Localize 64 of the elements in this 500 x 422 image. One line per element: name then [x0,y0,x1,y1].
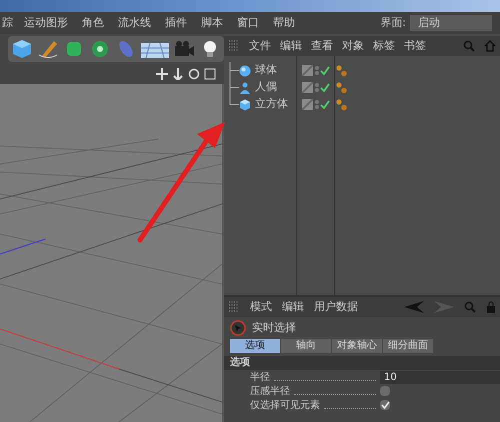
move-icon[interactable] [156,68,168,80]
section-header: 选项 [224,356,500,370]
checkbox[interactable] [380,386,390,396]
field-label: 半径 [250,370,270,384]
back-arrow-icon[interactable] [404,301,424,313]
menu-item[interactable]: 文件 [249,38,271,54]
menu-item[interactable]: 角色 [82,14,104,32]
check-icon[interactable] [320,100,330,110]
grip-icon[interactable] [228,301,240,313]
visibility-dots-icon[interactable] [315,100,319,109]
search-icon[interactable] [463,40,475,52]
rotate-icon[interactable] [188,68,200,80]
tab[interactable]: 选项 [230,339,280,353]
phong-tag-icon[interactable] [336,98,347,110]
layout-label: 界面: [380,14,406,31]
menu-item[interactable]: 踪 [2,14,13,32]
panel-icon[interactable] [204,68,216,80]
cube-icon[interactable] [10,38,34,60]
menu-item[interactable]: 用户数据 [314,298,358,316]
tab[interactable]: 细分曲面 [383,339,433,353]
visibility-dots-icon[interactable] [315,83,319,92]
layer-icon[interactable] [302,99,313,110]
phong-tag-icon[interactable] [336,64,347,76]
menu-item[interactable]: 运动图形 [24,14,68,32]
menu-item[interactable]: 编辑 [282,298,304,316]
field-label: 压感半径 [250,384,290,398]
layer-icon[interactable] [302,82,313,93]
layer-icon[interactable] [302,65,313,76]
pen-icon[interactable] [36,38,60,60]
menu-item[interactable]: 编辑 [280,38,302,54]
layout-dropdown[interactable]: 启动 [410,15,492,31]
menu-item[interactable]: 插件 [165,14,187,32]
menu-item[interactable]: 查看 [311,38,333,54]
phong-tag-icon[interactable] [336,82,347,94]
tool-title: 实时选择 [252,320,296,336]
home-icon[interactable] [484,40,496,52]
lock-icon[interactable] [486,301,496,313]
object-name[interactable]: 人偶 [255,79,299,96]
menu-item[interactable]: 模式 [250,298,272,316]
object-name[interactable]: 立方体 [255,96,299,113]
menu-item[interactable]: 标签 [373,38,395,54]
menu-item[interactable]: 书签 [404,38,426,54]
menu-item[interactable]: 帮助 [273,14,295,32]
menu-item[interactable]: 流水线 [118,14,151,32]
check-icon[interactable] [320,82,330,92]
sphere-icon [239,64,251,76]
checkbox[interactable] [380,400,390,410]
number-field[interactable]: 10 [380,370,500,384]
field-label: 仅选择可见元素 [250,398,320,412]
tab[interactable]: 轴向 [281,339,331,353]
menu-item[interactable]: 脚本 [201,14,223,32]
menu-item[interactable]: 对象 [342,38,364,54]
cube-icon [239,98,251,110]
selection-cursor-icon [230,320,246,336]
check-icon[interactable] [320,66,330,76]
person-icon [239,82,251,94]
visibility-dots-icon[interactable] [315,66,319,75]
grip-icon[interactable] [228,40,240,52]
tab[interactable]: 对象轴心 [332,339,382,353]
zoom-arrow-icon[interactable] [172,68,184,80]
tree-connector [229,62,239,79]
menu-item[interactable]: 窗口 [237,14,259,32]
search-icon[interactable] [464,301,476,313]
object-name[interactable]: 球体 [255,62,299,79]
